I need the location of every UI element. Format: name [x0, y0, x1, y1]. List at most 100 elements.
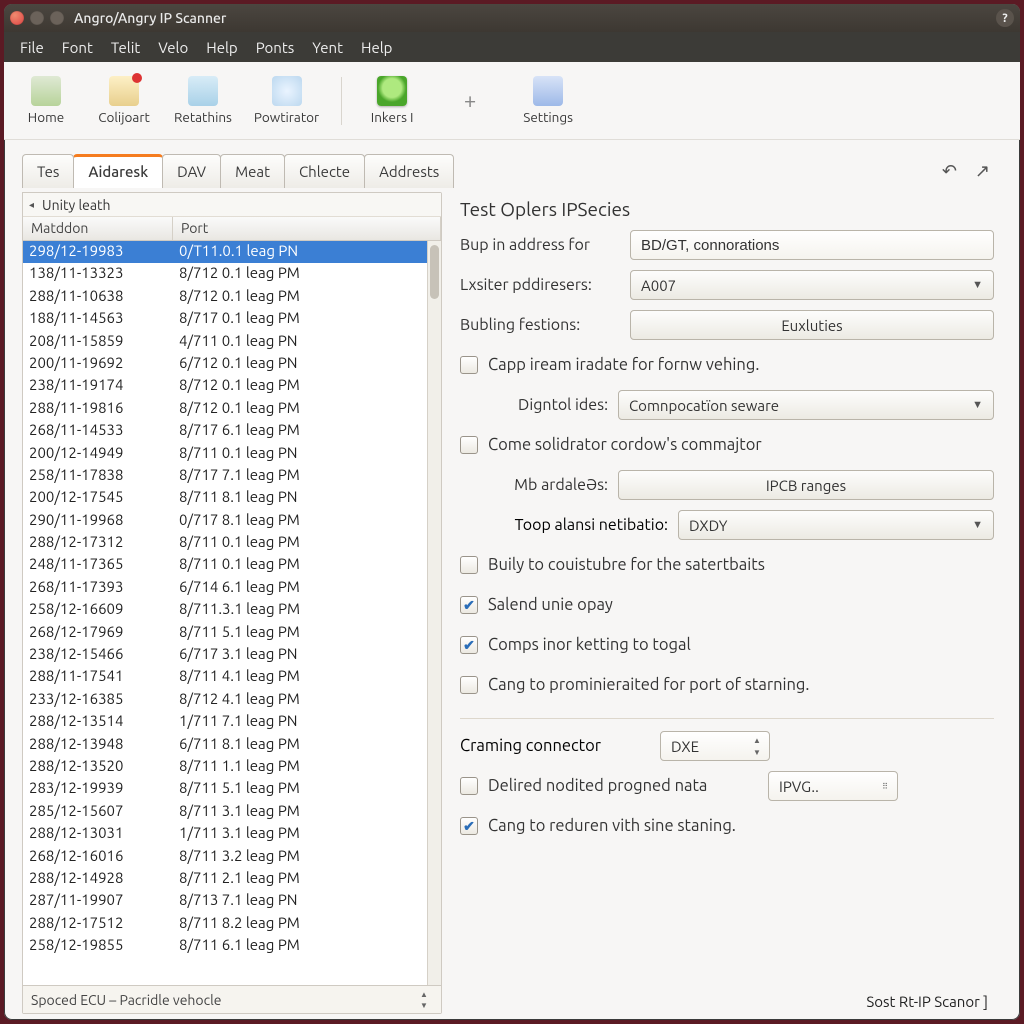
table-row[interactable]: 288/12-173128/711 0.1 leag PM [23, 532, 441, 554]
toolbar-home[interactable]: Home [18, 76, 74, 125]
menu-help1[interactable]: Help [198, 35, 245, 60]
menu-file[interactable]: File [12, 35, 52, 60]
divider [460, 718, 994, 719]
tab-addrests[interactable]: Addrests [364, 154, 454, 188]
tab-chlecte[interactable]: Chlecte [284, 154, 365, 188]
table-row[interactable]: 288/11-175418/711 4.1 leag PM [23, 666, 441, 688]
tab-aidaresk[interactable]: Aidaresk [73, 154, 163, 188]
table-row[interactable]: 283/12-199398/711 5.1 leag PM [23, 778, 441, 800]
close-window-icon[interactable] [10, 11, 24, 25]
bubling-button[interactable]: Euxluties [630, 310, 994, 340]
table-row[interactable]: 288/12-135208/711 1.1 leag PM [23, 756, 441, 778]
row-mb: Mb ardaleəs: IPCB ranges [460, 470, 994, 500]
undo-icon[interactable]: ↶ [942, 161, 957, 182]
row-digntol: Digntol ides: Comnpocatïon seware▼ [460, 390, 994, 420]
home-icon [31, 76, 61, 106]
spinner-arrows-icon[interactable]: ▲▼ [749, 734, 765, 758]
table-row[interactable]: 248/11-173658/711 0.1 leag PM [23, 554, 441, 576]
tab-dav[interactable]: DAV [162, 154, 221, 188]
checkbox-cang2[interactable]: ✔ [460, 817, 478, 835]
table-row[interactable]: 200/12-175458/711 8.1 leag PN [23, 487, 441, 509]
table-row[interactable]: 138/11-133238/712 0.1 leag PM [23, 263, 441, 285]
collapse-arrow-icon[interactable]: ◂ [29, 199, 34, 211]
menu-font[interactable]: Font [54, 35, 101, 60]
mb-button[interactable]: IPCB ranges [618, 470, 994, 500]
table-row[interactable]: 258/12-198558/711 6.1 leag PM [23, 935, 441, 957]
toolbar-settings[interactable]: Settings [520, 76, 576, 125]
table-row[interactable]: 258/11-178388/717 7.1 leag PM [23, 465, 441, 487]
table-row[interactable]: 287/11-199078/713 7.1 leag PN [23, 890, 441, 912]
table-row[interactable]: 288/12-149288/711 2.1 leag PM [23, 868, 441, 890]
table-row[interactable]: 200/11-196926/712 0.1 leag PN [23, 353, 441, 375]
menu-telit[interactable]: Telit [103, 35, 148, 60]
grid-header: Matddon Port [23, 217, 441, 241]
scrollbar-thumb[interactable] [430, 245, 439, 299]
table-row[interactable]: 268/12-179698/711 5.1 leag PM [23, 622, 441, 644]
toop-combo[interactable]: DXDY▼ [678, 510, 994, 540]
left-path-label: Unity leath [42, 197, 111, 213]
tab-arrows: ↶ ↗ [942, 161, 1002, 188]
table-row[interactable]: 208/11-158594/711 0.1 leag PN [23, 331, 441, 353]
checkbox-capp[interactable] [460, 356, 478, 374]
delired-field[interactable]: IPVG.. ⠿ [768, 771, 898, 801]
checkbox-delired[interactable] [460, 777, 478, 795]
checkbox-comps[interactable]: ✔ [460, 636, 478, 654]
table-row[interactable]: 238/12-154666/717 3.1 leag PN [23, 644, 441, 666]
maximize-window-icon[interactable] [50, 11, 64, 25]
table-row[interactable]: 188/11-145638/717 0.1 leag PM [23, 308, 441, 330]
toolbar-retathins[interactable]: Retathins [174, 76, 232, 125]
checkbox-come[interactable] [460, 436, 478, 454]
toolbar-powtirator[interactable]: Powtirator [254, 76, 319, 125]
table-row[interactable]: 288/12-130311/711 3.1 leag PM [23, 823, 441, 845]
table-row[interactable]: 238/11-191748/712 0.1 leag PM [23, 375, 441, 397]
table-row[interactable]: 288/12-135141/711 7.1 leag PN [23, 711, 441, 733]
grid-body[interactable]: 298/12-199830/T11.0.1 leag PN138/11-1332… [23, 241, 441, 985]
menu-yent[interactable]: Yent [304, 35, 351, 60]
row-chk-capp: Capp iream iradate for fornw vehing. [460, 350, 994, 380]
menu-velo[interactable]: Velo [150, 35, 196, 60]
table-row[interactable]: 288/12-139486/711 8.1 leag PM [23, 734, 441, 756]
label-chk-salend: Salend unie opay [488, 596, 613, 614]
toolbar-colijoart[interactable]: Colijoart [96, 76, 152, 125]
table-row[interactable]: 290/11-199680/717 8.1 leag PM [23, 510, 441, 532]
label-address: Bup in address for [460, 236, 630, 254]
digntol-combo[interactable]: Comnpocatïon seware▼ [618, 390, 994, 420]
tab-tes[interactable]: Tes [22, 154, 74, 188]
address-input[interactable] [630, 230, 994, 260]
table-row[interactable]: 268/11-173936/714 6.1 leag PM [23, 577, 441, 599]
lxsiter-combo[interactable]: A007▼ [630, 270, 994, 300]
titlebar: Angro/Angry IP Scanner ? [4, 4, 1020, 32]
toolbar-inkers[interactable]: Inkers I [364, 76, 420, 125]
table-row[interactable]: 258/12-166098/711.3.1 leag PM [23, 599, 441, 621]
menu-ponts[interactable]: Ponts [248, 35, 303, 60]
row-toop: Toop alansi netibatio: DXDY▼ [460, 510, 994, 540]
checkbox-buily[interactable] [460, 556, 478, 574]
app-window: Angro/Angry IP Scanner ? File Font Telit… [4, 4, 1020, 1020]
tab-meat[interactable]: Meat [220, 154, 285, 188]
table-row[interactable]: 285/12-156078/711 3.1 leag PM [23, 801, 441, 823]
checkbox-cang1[interactable] [460, 676, 478, 694]
window-controls [10, 11, 64, 25]
left-path[interactable]: ◂ Unity leath [23, 193, 441, 217]
table-row[interactable]: 200/12-149498/711 0.1 leag PN [23, 443, 441, 465]
table-row[interactable]: 288/11-198168/712 0.1 leag PM [23, 398, 441, 420]
col-header-matddon[interactable]: Matddon [23, 217, 173, 240]
row-chk-cang2: ✔ Cang to reduren vith sine staning. [460, 811, 994, 841]
field-options-icon[interactable]: ⠿ [877, 774, 893, 798]
redo-icon[interactable]: ↗ [975, 161, 990, 182]
col-header-port[interactable]: Port [173, 217, 441, 240]
table-row[interactable]: 298/12-199830/T11.0.1 leag PN [23, 241, 441, 263]
table-row[interactable]: 288/11-106388/712 0.1 leag PM [23, 286, 441, 308]
table-row[interactable]: 233/12-163858/712 4.1 leag PM [23, 689, 441, 711]
table-row[interactable]: 288/12-175128/711 8.2 leag PM [23, 913, 441, 935]
grid-scrollbar[interactable] [427, 241, 441, 985]
help-icon[interactable]: ? [996, 9, 1014, 27]
status-stepper[interactable]: ▲▼ [415, 989, 433, 1011]
minimize-window-icon[interactable] [30, 11, 44, 25]
craming-spinner[interactable]: DXE ▲▼ [660, 731, 770, 761]
table-row[interactable]: 268/11-145338/717 6.1 leag PM [23, 420, 441, 442]
table-row[interactable]: 268/12-160168/711 3.2 leag PM [23, 846, 441, 868]
menu-help2[interactable]: Help [353, 35, 400, 60]
checkbox-salend[interactable]: ✔ [460, 596, 478, 614]
toolbar-add[interactable]: + [442, 88, 498, 113]
